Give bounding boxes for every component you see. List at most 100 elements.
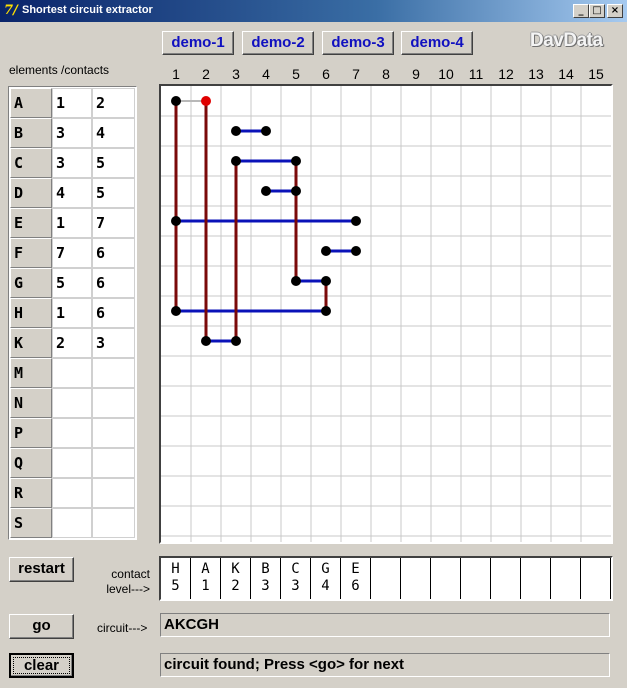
contact-cell[interactable] bbox=[52, 358, 92, 388]
demo-4-button[interactable]: demo-4 bbox=[401, 31, 473, 55]
go-button[interactable]: go bbox=[9, 614, 74, 639]
level-cell: G4 bbox=[311, 558, 341, 599]
contact-node bbox=[321, 306, 331, 316]
contact-node bbox=[171, 216, 181, 226]
elements-contacts-label: elements /contacts bbox=[9, 63, 110, 77]
contact-label-line1: contact bbox=[111, 567, 150, 581]
element-name: S bbox=[10, 508, 52, 538]
column-number: 7 bbox=[352, 66, 360, 82]
element-name: A bbox=[10, 88, 52, 118]
element-name: Q bbox=[10, 448, 52, 478]
contact-cell[interactable] bbox=[52, 418, 92, 448]
level-value: 1 bbox=[201, 578, 210, 594]
contact-cell[interactable]: 4 bbox=[52, 178, 92, 208]
column-number: 4 bbox=[262, 66, 270, 82]
element-row-d: D45 bbox=[10, 178, 135, 208]
column-number: 1 bbox=[172, 66, 180, 82]
contact-cell[interactable]: 7 bbox=[52, 238, 92, 268]
level-cell: E6 bbox=[341, 558, 371, 599]
demo-1-button[interactable]: demo-1 bbox=[162, 31, 234, 55]
level-element: A bbox=[201, 561, 210, 577]
contact-node bbox=[291, 276, 301, 286]
element-row-k: K23 bbox=[10, 328, 135, 358]
contact-cell[interactable]: 5 bbox=[52, 268, 92, 298]
element-name: R bbox=[10, 478, 52, 508]
contact-cell[interactable]: 3 bbox=[52, 148, 92, 178]
level-cell bbox=[581, 558, 611, 599]
contact-cell[interactable] bbox=[52, 388, 92, 418]
column-number: 6 bbox=[322, 66, 330, 82]
contact-node bbox=[351, 216, 361, 226]
level-element: B bbox=[261, 561, 270, 577]
title-bar: 7/ Shortest circuit extractor _ □ × bbox=[0, 0, 627, 22]
contact-cell[interactable]: 5 bbox=[92, 148, 135, 178]
level-value: 6 bbox=[351, 578, 360, 594]
contact-cell[interactable] bbox=[92, 388, 135, 418]
minimize-button[interactable]: _ bbox=[573, 4, 589, 18]
contact-cell[interactable] bbox=[92, 508, 135, 538]
contact-node bbox=[291, 156, 301, 166]
contact-cell[interactable]: 2 bbox=[52, 328, 92, 358]
contact-cell[interactable]: 6 bbox=[92, 268, 135, 298]
contact-cell[interactable]: 6 bbox=[92, 238, 135, 268]
contact-cell[interactable]: 6 bbox=[92, 298, 135, 328]
column-number: 11 bbox=[468, 66, 484, 82]
demo-2-button[interactable]: demo-2 bbox=[242, 31, 314, 55]
clear-button[interactable]: clear bbox=[9, 653, 74, 678]
element-name: C bbox=[10, 148, 52, 178]
contact-cell[interactable] bbox=[52, 508, 92, 538]
restart-button[interactable]: restart bbox=[9, 557, 74, 582]
contact-cell[interactable]: 2 bbox=[92, 88, 135, 118]
level-value: 4 bbox=[321, 578, 330, 594]
contact-cell[interactable] bbox=[92, 418, 135, 448]
contact-cell[interactable] bbox=[52, 448, 92, 478]
contact-cell[interactable]: 3 bbox=[52, 118, 92, 148]
element-row-m: M bbox=[10, 358, 135, 388]
level-cell: A1 bbox=[191, 558, 221, 599]
element-row-g: G56 bbox=[10, 268, 135, 298]
contact-cell[interactable] bbox=[52, 478, 92, 508]
status-message: circuit found; Press <go> for next bbox=[160, 653, 610, 677]
contact-cell[interactable] bbox=[92, 358, 135, 388]
contact-node bbox=[171, 96, 181, 106]
contact-cell[interactable] bbox=[92, 448, 135, 478]
column-number: 10 bbox=[438, 66, 454, 82]
level-value: 3 bbox=[291, 578, 300, 594]
contact-node bbox=[201, 336, 211, 346]
level-element: E bbox=[351, 561, 360, 577]
elements-table: A12B34C35D45E17F76G56H16K23MNPQRS bbox=[8, 86, 137, 540]
circuit-grid[interactable] bbox=[159, 84, 613, 544]
contact-cell[interactable]: 1 bbox=[52, 298, 92, 328]
maximize-button[interactable]: □ bbox=[589, 4, 605, 18]
contact-cell[interactable]: 3 bbox=[92, 328, 135, 358]
contact-node bbox=[321, 276, 331, 286]
element-name: K bbox=[10, 328, 52, 358]
contact-node bbox=[261, 126, 271, 136]
level-cell bbox=[431, 558, 461, 599]
circuit-label: circuit---> bbox=[97, 621, 148, 635]
contact-cell[interactable]: 1 bbox=[52, 88, 92, 118]
circuit-diagram bbox=[161, 86, 611, 542]
close-button[interactable]: × bbox=[607, 4, 623, 18]
element-row-f: F76 bbox=[10, 238, 135, 268]
element-row-h: H16 bbox=[10, 298, 135, 328]
contact-level-label: contact level---> bbox=[98, 567, 150, 597]
level-value: 3 bbox=[261, 578, 270, 594]
contact-node bbox=[171, 306, 181, 316]
element-row-c: C35 bbox=[10, 148, 135, 178]
level-element: G bbox=[321, 561, 330, 577]
contact-cell[interactable]: 7 bbox=[92, 208, 135, 238]
demo-3-button[interactable]: demo-3 bbox=[322, 31, 394, 55]
level-cell bbox=[551, 558, 581, 599]
contact-cell[interactable] bbox=[92, 478, 135, 508]
level-cell: C3 bbox=[281, 558, 311, 599]
contact-cell[interactable]: 5 bbox=[92, 178, 135, 208]
element-name: H bbox=[10, 298, 52, 328]
contact-cell[interactable]: 4 bbox=[92, 118, 135, 148]
element-row-n: N bbox=[10, 388, 135, 418]
element-row-b: B34 bbox=[10, 118, 135, 148]
element-name: G bbox=[10, 268, 52, 298]
column-number: 5 bbox=[292, 66, 300, 82]
element-name: P bbox=[10, 418, 52, 448]
contact-cell[interactable]: 1 bbox=[52, 208, 92, 238]
